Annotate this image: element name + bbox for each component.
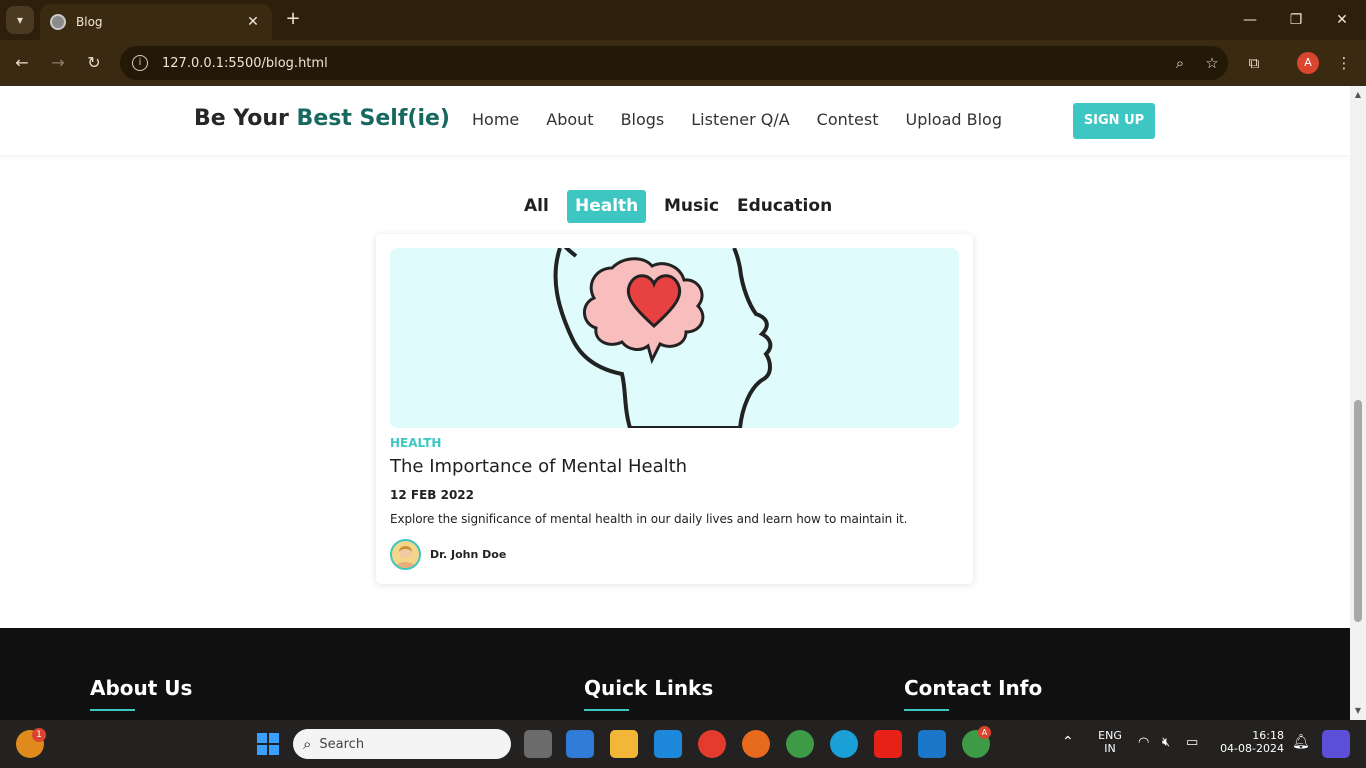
youtube-icon[interactable] bbox=[874, 730, 902, 758]
edge-icon[interactable] bbox=[830, 730, 858, 758]
battery-icon[interactable]: ▭ bbox=[1186, 735, 1198, 750]
nav-blogs[interactable]: Blogs bbox=[621, 110, 665, 129]
speaker-muted-icon[interactable]: 🔇︎ bbox=[1162, 735, 1170, 750]
menu-kebab-icon[interactable]: ⋮ bbox=[1332, 51, 1356, 75]
store-icon[interactable] bbox=[566, 730, 594, 758]
post-category: HEALTH bbox=[390, 436, 442, 450]
forward-button[interactable]: → bbox=[44, 49, 72, 77]
tab-search-button[interactable]: ▾ bbox=[6, 6, 34, 34]
footer-underline bbox=[584, 709, 629, 711]
chrome-icon[interactable] bbox=[786, 730, 814, 758]
globe-icon bbox=[50, 14, 66, 30]
logo-accent-text: Best Self(ie) bbox=[296, 106, 450, 131]
notifications-bell-icon[interactable]: 🔔︎ bbox=[1292, 734, 1310, 750]
clock-date: 04-08-2024 bbox=[1220, 742, 1284, 755]
reload-button[interactable]: ↻ bbox=[80, 49, 108, 77]
scroll-down-icon[interactable]: ▼ bbox=[1350, 706, 1366, 715]
footer-heading-quick-links: Quick Links bbox=[584, 676, 714, 700]
minimize-button[interactable]: — bbox=[1230, 8, 1270, 32]
chrome-profile-badge: A bbox=[978, 726, 991, 739]
region-code: IN bbox=[1104, 742, 1116, 755]
brain-heart-illustration bbox=[553, 248, 773, 428]
post-thumbnail bbox=[390, 248, 959, 428]
main-nav: Home About Blogs Listener Q/A Contest Up… bbox=[472, 110, 1029, 129]
footer-heading-about: About Us bbox=[90, 676, 193, 700]
wps-office-icon[interactable] bbox=[698, 730, 726, 758]
category-filters: All Health Music Education bbox=[0, 190, 1350, 224]
filter-music[interactable]: Music bbox=[656, 190, 727, 223]
post-title[interactable]: The Importance of Mental Health bbox=[390, 456, 687, 477]
chevron-up-icon[interactable]: ⌃ bbox=[1062, 734, 1074, 750]
file-explorer-icon[interactable] bbox=[610, 730, 638, 758]
close-window-button[interactable]: ✕ bbox=[1322, 8, 1362, 32]
extensions-icon[interactable]: ⧉ bbox=[1242, 51, 1266, 75]
post-description: Explore the significance of mental healt… bbox=[390, 512, 908, 526]
nav-home[interactable]: Home bbox=[472, 110, 519, 129]
blog-post-card[interactable]: HEALTH The Importance of Mental Health 1… bbox=[376, 234, 973, 584]
scrollbar-thumb[interactable] bbox=[1354, 400, 1362, 622]
footer-underline bbox=[904, 709, 949, 711]
tab-strip: ▾ Blog ✕ + — ❐ ✕ bbox=[0, 0, 1366, 40]
search-icon: ⌕ bbox=[303, 735, 312, 753]
post-date: 12 FEB 2022 bbox=[390, 488, 474, 502]
mail-icon[interactable] bbox=[654, 730, 682, 758]
firefox-icon[interactable] bbox=[742, 730, 770, 758]
filter-health[interactable]: Health bbox=[567, 190, 647, 223]
page-scrollbar[interactable]: ▲ ▼ bbox=[1350, 86, 1366, 720]
close-tab-icon[interactable]: ✕ bbox=[244, 14, 262, 30]
windows-logo-icon bbox=[257, 733, 279, 755]
tab-title: Blog bbox=[76, 15, 103, 29]
site-header: Be Your Best Self(ie) Home About Blogs L… bbox=[0, 86, 1350, 155]
sign-up-button[interactable]: SIGN UP bbox=[1073, 103, 1155, 139]
clock[interactable]: 16:18 04-08-2024 bbox=[1218, 729, 1284, 755]
site-footer: About Us Quick Links Contact Info bbox=[0, 628, 1350, 720]
search-placeholder: Search bbox=[319, 736, 365, 752]
browser-chrome: ▾ Blog ✕ + — ❐ ✕ ← → ↻ i 127.0.0.1:5500/… bbox=[0, 0, 1366, 86]
nav-listener-qa[interactable]: Listener Q/A bbox=[691, 110, 789, 129]
zoom-icon[interactable]: ⌕ bbox=[1164, 54, 1196, 72]
filter-education[interactable]: Education bbox=[729, 190, 840, 223]
language-code: ENG bbox=[1098, 729, 1122, 742]
author-avatar bbox=[390, 539, 421, 570]
restore-button[interactable]: ❐ bbox=[1276, 8, 1316, 32]
logo-text: Be Your bbox=[194, 106, 297, 131]
person-icon bbox=[395, 546, 416, 568]
url-text[interactable]: 127.0.0.1:5500/blog.html bbox=[162, 56, 1164, 71]
nav-contest[interactable]: Contest bbox=[817, 110, 879, 129]
wifi-icon[interactable]: ◠ bbox=[1138, 735, 1149, 750]
nav-about[interactable]: About bbox=[546, 110, 593, 129]
post-author: Dr. John Doe bbox=[430, 548, 507, 561]
back-button[interactable]: ← bbox=[8, 49, 36, 77]
new-tab-button[interactable]: + bbox=[282, 8, 304, 30]
browser-toolbar: ← → ↻ i 127.0.0.1:5500/blog.html ⌕ ☆ ⧉ A… bbox=[0, 40, 1366, 86]
footer-heading-contact: Contact Info bbox=[904, 676, 1043, 700]
footer-underline bbox=[90, 709, 135, 711]
filter-all[interactable]: All bbox=[516, 190, 557, 223]
windows-taskbar: 1 ⌕ Search A ⌃ ENG IN ◠ 🔇︎ ▭ 16:18 04-08… bbox=[0, 720, 1366, 768]
task-view-icon[interactable] bbox=[524, 730, 552, 758]
vscode-icon[interactable] bbox=[918, 730, 946, 758]
taskbar-search[interactable]: ⌕ Search bbox=[293, 729, 511, 759]
bookmark-star-icon[interactable]: ☆ bbox=[1196, 54, 1228, 72]
language-indicator[interactable]: ENG IN bbox=[1094, 729, 1126, 755]
profile-avatar[interactable]: A bbox=[1297, 52, 1319, 74]
address-bar[interactable]: i 127.0.0.1:5500/blog.html ⌕ ☆ bbox=[120, 46, 1228, 80]
site-info-icon[interactable]: i bbox=[132, 55, 148, 71]
page-viewport: Be Your Best Self(ie) Home About Blogs L… bbox=[0, 86, 1350, 720]
site-logo[interactable]: Be Your Best Self(ie) bbox=[194, 106, 450, 131]
copilot-icon[interactable] bbox=[1322, 730, 1350, 758]
notification-badge: 1 bbox=[32, 728, 46, 742]
chevron-down-icon: ▾ bbox=[16, 13, 24, 27]
start-windows-icon[interactable] bbox=[254, 730, 282, 758]
browser-tab-blog[interactable]: Blog ✕ bbox=[40, 4, 272, 40]
clock-time: 16:18 bbox=[1252, 729, 1284, 742]
scroll-up-icon[interactable]: ▲ bbox=[1350, 90, 1366, 99]
nav-upload-blog[interactable]: Upload Blog bbox=[905, 110, 1002, 129]
